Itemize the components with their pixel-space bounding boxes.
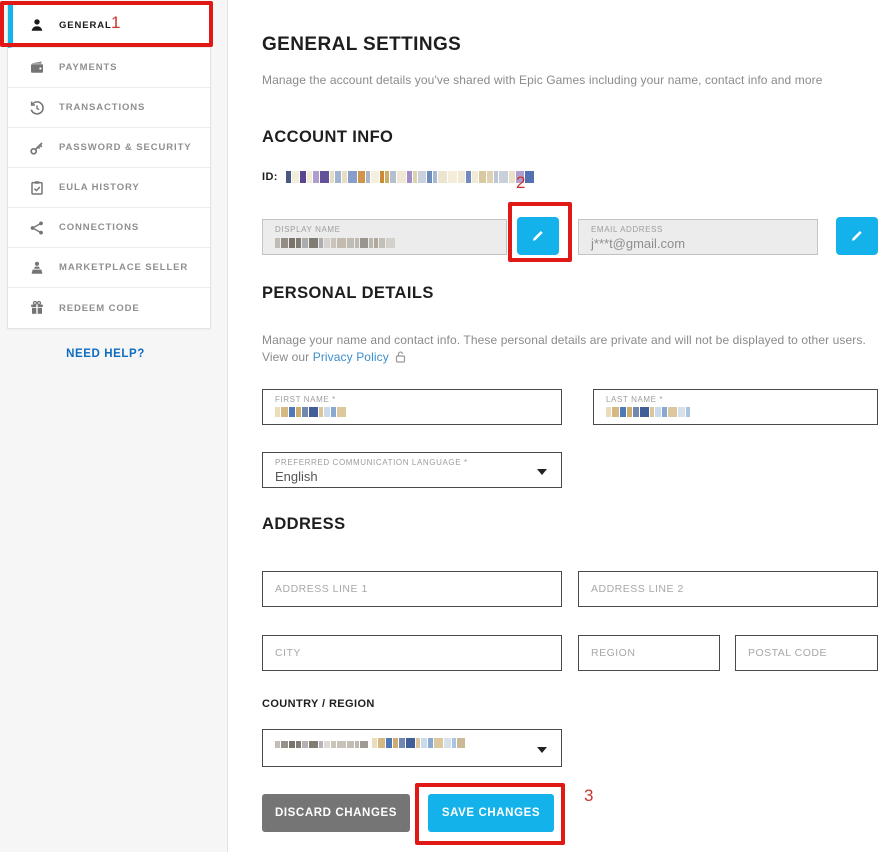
country-select[interactable] [262, 729, 562, 767]
privacy-policy-link[interactable]: Privacy Policy [313, 350, 389, 364]
display-name-field: DISPLAY NAME [262, 219, 507, 255]
address-line1-input[interactable] [262, 571, 562, 607]
personal-details-heading: PERSONAL DETAILS [262, 284, 434, 303]
edit-display-name-button[interactable] [517, 217, 559, 255]
postal-code-input[interactable] [735, 635, 878, 671]
last-name-value-redacted [606, 407, 690, 417]
page-title: GENERAL SETTINGS [262, 34, 461, 56]
first-name-field[interactable]: FIRST NAME * [262, 389, 562, 425]
last-name-field[interactable]: LAST NAME * [593, 389, 878, 425]
address-heading: ADDRESS [262, 515, 345, 534]
email-value: j***t@gmail.com [591, 236, 805, 251]
country-value-redacted [372, 738, 465, 748]
sidebar-item-label: EULA HISTORY [59, 182, 140, 193]
sidebar-item-redeem-code[interactable]: REDEEM CODE [8, 288, 210, 328]
sidebar-menu: GENERAL PAYMENTS TRANSACTIONS PASSWORD &… [7, 2, 211, 329]
language-select[interactable]: PREFERRED COMMUNICATION LANGUAGE * Engli… [262, 452, 562, 488]
general-settings-panel: GENERAL SETTINGS Manage the account deta… [228, 0, 896, 852]
personal-details-description: Manage your name and contact info. These… [262, 332, 882, 368]
account-id-label: ID: [262, 171, 278, 183]
pencil-icon [850, 228, 864, 245]
language-value: English [275, 469, 549, 484]
sidebar-item-marketplace-seller[interactable]: MARKETPLACE SELLER [8, 248, 210, 288]
sidebar-item-payments[interactable]: PAYMENTS [8, 48, 210, 88]
first-name-value-redacted [275, 407, 346, 417]
share-icon [28, 219, 45, 236]
seller-icon [28, 259, 45, 276]
country-region-heading: COUNTRY / REGION [262, 698, 375, 710]
email-label: EMAIL ADDRESS [591, 225, 805, 234]
sidebar-item-label: MARKETPLACE SELLER [59, 262, 188, 273]
wallet-icon [28, 59, 45, 76]
sidebar-item-label: REDEEM CODE [59, 303, 140, 314]
account-id-row: ID: [262, 171, 534, 183]
gift-icon [28, 300, 45, 317]
display-name-value-redacted [275, 238, 395, 248]
region-input[interactable] [578, 635, 720, 671]
sidebar-item-general[interactable]: GENERAL [8, 3, 210, 48]
clipboard-check-icon [28, 179, 45, 196]
city-input[interactable] [262, 635, 562, 671]
page-subtitle: Manage the account details you've shared… [262, 73, 823, 87]
lock-icon [395, 351, 406, 368]
last-name-label: LAST NAME * [606, 395, 865, 404]
sidebar-item-transactions[interactable]: TRANSACTIONS [8, 88, 210, 128]
display-name-label: DISPLAY NAME [275, 225, 494, 234]
sidebar-item-connections[interactable]: CONNECTIONS [8, 208, 210, 248]
edit-email-button[interactable] [836, 217, 878, 255]
history-icon [28, 99, 45, 116]
sidebar-item-label: PASSWORD & SECURITY [59, 142, 192, 153]
pencil-icon [531, 228, 545, 245]
email-field: EMAIL ADDRESS j***t@gmail.com [578, 219, 818, 255]
first-name-label: FIRST NAME * [275, 395, 549, 404]
country-label-redacted [275, 741, 368, 748]
key-icon [28, 139, 45, 156]
sidebar-item-eula-history[interactable]: EULA HISTORY [8, 168, 210, 208]
chevron-down-icon [537, 747, 547, 753]
need-help-link[interactable]: NEED HELP? [0, 348, 211, 360]
person-icon [28, 17, 45, 34]
chevron-down-icon [537, 469, 547, 475]
sidebar-item-label: GENERAL [59, 20, 112, 31]
language-label: PREFERRED COMMUNICATION LANGUAGE * [275, 458, 549, 467]
account-info-heading: ACCOUNT INFO [262, 128, 393, 147]
address-line2-input[interactable] [578, 571, 878, 607]
sidebar-item-label: PAYMENTS [59, 62, 117, 73]
epic-account-settings-page: GENERAL PAYMENTS TRANSACTIONS PASSWORD &… [0, 0, 896, 852]
save-changes-button[interactable]: SAVE CHANGES [428, 794, 554, 832]
settings-sidebar: GENERAL PAYMENTS TRANSACTIONS PASSWORD &… [0, 0, 228, 852]
discard-changes-button[interactable]: DISCARD CHANGES [262, 794, 410, 832]
sidebar-item-password-security[interactable]: PASSWORD & SECURITY [8, 128, 210, 168]
sidebar-item-label: TRANSACTIONS [59, 102, 145, 113]
sidebar-item-label: CONNECTIONS [59, 222, 139, 233]
account-id-value-redacted [286, 171, 534, 183]
